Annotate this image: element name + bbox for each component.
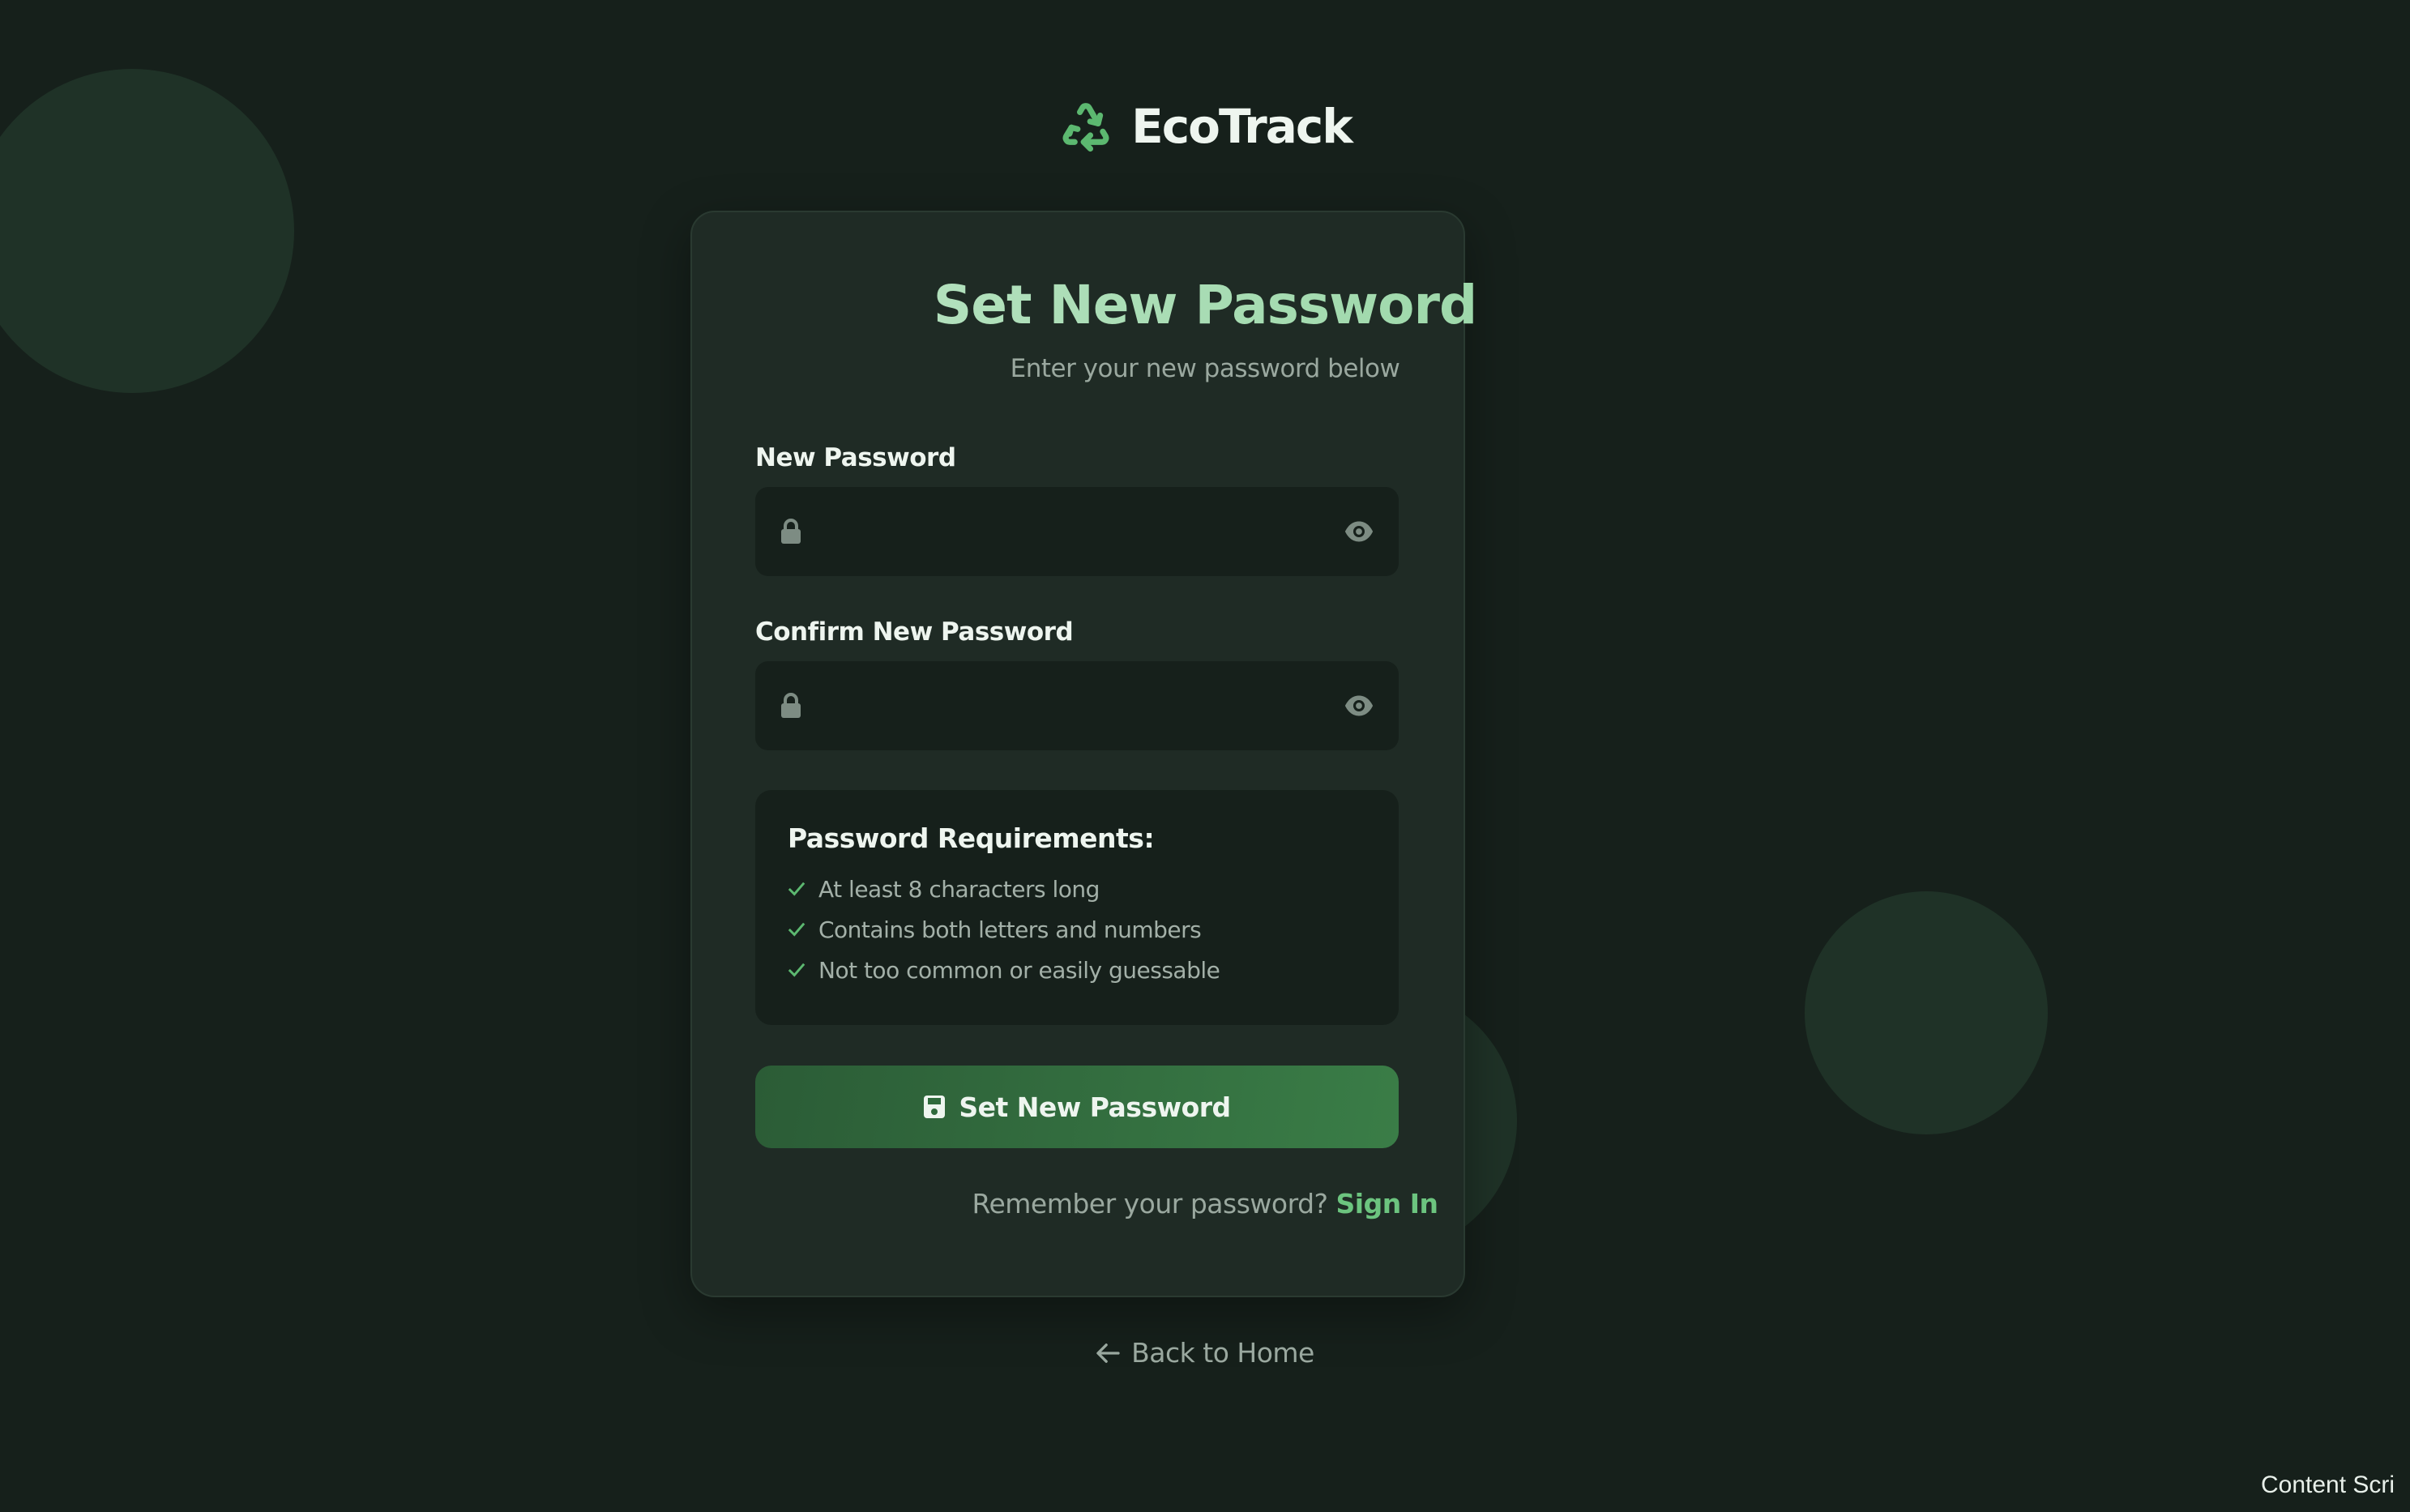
check-icon: [788, 922, 805, 937]
confirm-password-field[interactable]: [755, 661, 1399, 750]
requirement-text: Not too common or easily guessable: [818, 956, 1220, 984]
brand-logo[interactable]: EcoTrack: [0, 99, 2410, 154]
requirement-text: Contains both letters and numbers: [818, 916, 1202, 943]
new-password-input[interactable]: [818, 487, 1344, 576]
page-title: Set New Password: [0, 274, 2410, 336]
back-to-home-link[interactable]: Back to Home: [0, 1337, 2410, 1369]
signin-link[interactable]: Sign In: [1336, 1188, 1438, 1219]
decorative-circle: [1805, 891, 2048, 1134]
signin-prompt-text: Remember your password?: [972, 1188, 1329, 1219]
requirement-item: At least 8 characters long: [788, 869, 1366, 909]
button-label: Set New Password: [959, 1091, 1231, 1123]
eye-icon[interactable]: [1344, 694, 1374, 717]
check-icon: [788, 963, 805, 977]
page-subtitle: Enter your new password below: [1010, 354, 1400, 383]
save-icon: [924, 1096, 946, 1118]
eye-icon[interactable]: [1344, 520, 1374, 543]
recycle-icon: [1062, 103, 1109, 152]
requirement-item: Contains both letters and numbers: [788, 909, 1366, 950]
requirement-item: Not too common or easily guessable: [788, 950, 1366, 990]
password-requirements: Password Requirements: At least 8 charac…: [755, 790, 1399, 1025]
lock-icon: [781, 519, 801, 544]
back-link-text: Back to Home: [1131, 1337, 1314, 1369]
check-icon: [788, 882, 805, 896]
lock-icon: [781, 693, 801, 718]
requirements-title: Password Requirements:: [788, 822, 1155, 854]
content-script-overlay: Content Scri: [2261, 1471, 2395, 1498]
signin-prompt: Remember your password? Sign In: [0, 1188, 2410, 1219]
brand-name: EcoTrack: [1131, 99, 1353, 154]
confirm-password-input[interactable]: [818, 661, 1344, 750]
new-password-field[interactable]: [755, 487, 1399, 576]
set-new-password-button[interactable]: Set New Password: [755, 1066, 1399, 1148]
new-password-label: New Password: [755, 443, 956, 472]
requirement-text: At least 8 characters long: [818, 875, 1100, 903]
confirm-password-label: Confirm New Password: [755, 617, 1074, 647]
arrow-left-icon: [1096, 1343, 1120, 1363]
